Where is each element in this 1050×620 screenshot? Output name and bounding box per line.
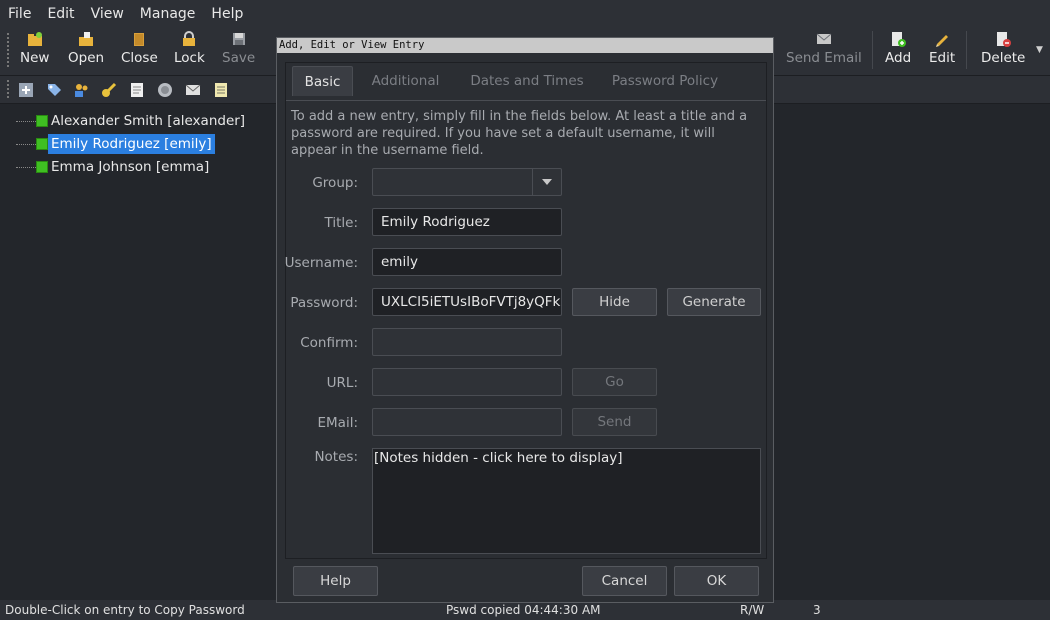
ok-button[interactable]: OK <box>674 566 759 596</box>
entry-label-selected[interactable]: Emily Rodriguez [emily] <box>48 134 215 154</box>
close-label: Close <box>121 50 158 66</box>
status-hint: Double-Click on entry to Copy Password <box>5 603 245 617</box>
toolbar-separator <box>966 31 967 69</box>
users-icon[interactable] <box>73 82 89 98</box>
notes-field[interactable]: [Notes hidden - click here to display] <box>372 448 761 554</box>
add-entry-button[interactable]: Add <box>885 31 911 66</box>
dialog-tabs: Basic Additional Dates and Times Passwor… <box>286 63 766 101</box>
generate-password-button[interactable]: Generate <box>667 288 761 316</box>
entry-icon <box>36 138 48 150</box>
tab-additional[interactable]: Additional <box>363 66 448 96</box>
hide-password-button[interactable]: Hide <box>572 288 657 316</box>
entry-dialog: Add, Edit or View Entry Basic Additional… <box>276 37 774 603</box>
open-label: Open <box>68 50 105 66</box>
menu-help[interactable]: Help <box>203 6 251 22</box>
dialog-title[interactable]: Add, Edit or View Entry <box>277 38 773 53</box>
chevron-down-icon[interactable] <box>532 169 561 195</box>
open-button[interactable]: Open <box>68 31 104 66</box>
delete-entry-icon <box>995 31 1012 47</box>
email-icon <box>816 31 832 47</box>
save-icon <box>231 31 247 47</box>
open-folder-icon <box>78 31 94 47</box>
status-bar: Double-Click on entry to Copy Password P… <box>0 600 1050 620</box>
toolbar2-grip[interactable] <box>7 80 11 98</box>
tree-entry[interactable]: Alexander Smith [alexander] <box>0 111 260 131</box>
menu-edit[interactable]: Edit <box>39 6 82 22</box>
send-email-button[interactable]: Send Email <box>786 31 862 66</box>
menu-bar: File Edit View Manage Help <box>0 0 1050 27</box>
tab-password-policy[interactable]: Password Policy <box>604 66 726 96</box>
tree-entry[interactable]: Emily Rodriguez [emily] <box>0 134 260 154</box>
password-label: Password: <box>290 295 358 311</box>
status-count: 3 <box>813 603 821 617</box>
send-email-dialog-button[interactable]: Send <box>572 408 657 436</box>
cancel-button[interactable]: Cancel <box>582 566 667 596</box>
tree-connector <box>16 144 36 145</box>
pencil-icon <box>934 31 950 47</box>
send-email-label: Send Email <box>786 50 862 66</box>
group-combo[interactable] <box>372 168 562 196</box>
password-field[interactable]: UXLCI5iETUsIBoFVTj8yQFk <box>372 288 562 316</box>
url-label: URL: <box>326 375 358 391</box>
add-entry-icon <box>890 31 907 47</box>
new-label: New <box>20 50 50 66</box>
email-label: EMail: <box>317 415 359 431</box>
username-label: Username: <box>284 255 358 271</box>
tree-entry[interactable]: Emma Johnson [emma] <box>0 157 260 177</box>
toolbar-grip[interactable] <box>7 33 11 67</box>
mail-icon[interactable] <box>185 82 201 98</box>
delete-entry-button[interactable]: Delete <box>981 31 1025 66</box>
lock-button[interactable]: Lock <box>174 31 205 66</box>
tag-icon[interactable] <box>46 82 62 98</box>
email-field[interactable] <box>372 408 562 436</box>
toolbar-overflow-icon[interactable]: ▼ <box>1036 45 1043 55</box>
close-database-icon <box>131 31 147 47</box>
title-field[interactable]: Emily Rodriguez <box>372 208 562 236</box>
notes-label: Notes: <box>314 449 358 465</box>
notes-icon[interactable] <box>213 82 229 98</box>
url-field[interactable] <box>372 368 562 396</box>
close-button[interactable]: Close <box>121 31 158 66</box>
tab-dates-and-times[interactable]: Dates and Times <box>462 66 592 96</box>
title-label: Title: <box>324 215 358 231</box>
document-icon[interactable] <box>129 82 145 98</box>
add-label: Add <box>885 50 912 66</box>
go-url-button[interactable]: Go <box>572 368 657 396</box>
tree-connector <box>16 121 36 122</box>
status-copied: Pswd copied 04:44:30 AM <box>446 603 601 617</box>
tab-divider <box>286 100 766 101</box>
save-label: Save <box>222 50 256 66</box>
toolbar-separator <box>872 31 873 69</box>
entry-label[interactable]: Emma Johnson [emma] <box>48 157 212 177</box>
new-button[interactable]: New <box>20 31 49 66</box>
username-field[interactable]: emily <box>372 248 562 276</box>
intro-text: To add a new entry, simply fill in the f… <box>291 109 748 158</box>
tree-connector <box>16 167 36 168</box>
menu-file[interactable]: File <box>0 6 39 22</box>
menu-view[interactable]: View <box>83 6 132 22</box>
confirm-field[interactable] <box>372 328 562 356</box>
entry-label[interactable]: Alexander Smith [alexander] <box>48 111 248 131</box>
entry-icon <box>36 115 48 127</box>
save-button[interactable]: Save <box>222 31 255 66</box>
lock-label: Lock <box>174 50 205 66</box>
group-label: Group: <box>312 175 358 191</box>
menu-manage[interactable]: Manage <box>132 6 204 22</box>
edit-label: Edit <box>929 50 956 66</box>
new-database-icon <box>27 31 43 47</box>
status-mode: R/W <box>740 603 765 617</box>
help-button[interactable]: Help <box>293 566 378 596</box>
delete-label: Delete <box>981 50 1026 66</box>
key-icon[interactable] <box>101 82 117 98</box>
dialog-body: Basic Additional Dates and Times Passwor… <box>285 62 767 559</box>
tab-basic[interactable]: Basic <box>292 66 353 96</box>
entry-icon <box>36 161 48 173</box>
expand-all-icon[interactable] <box>18 82 34 98</box>
edit-entry-button[interactable]: Edit <box>929 31 955 66</box>
globe-icon[interactable] <box>157 82 173 98</box>
lock-icon <box>181 31 197 47</box>
confirm-label: Confirm: <box>300 335 358 351</box>
